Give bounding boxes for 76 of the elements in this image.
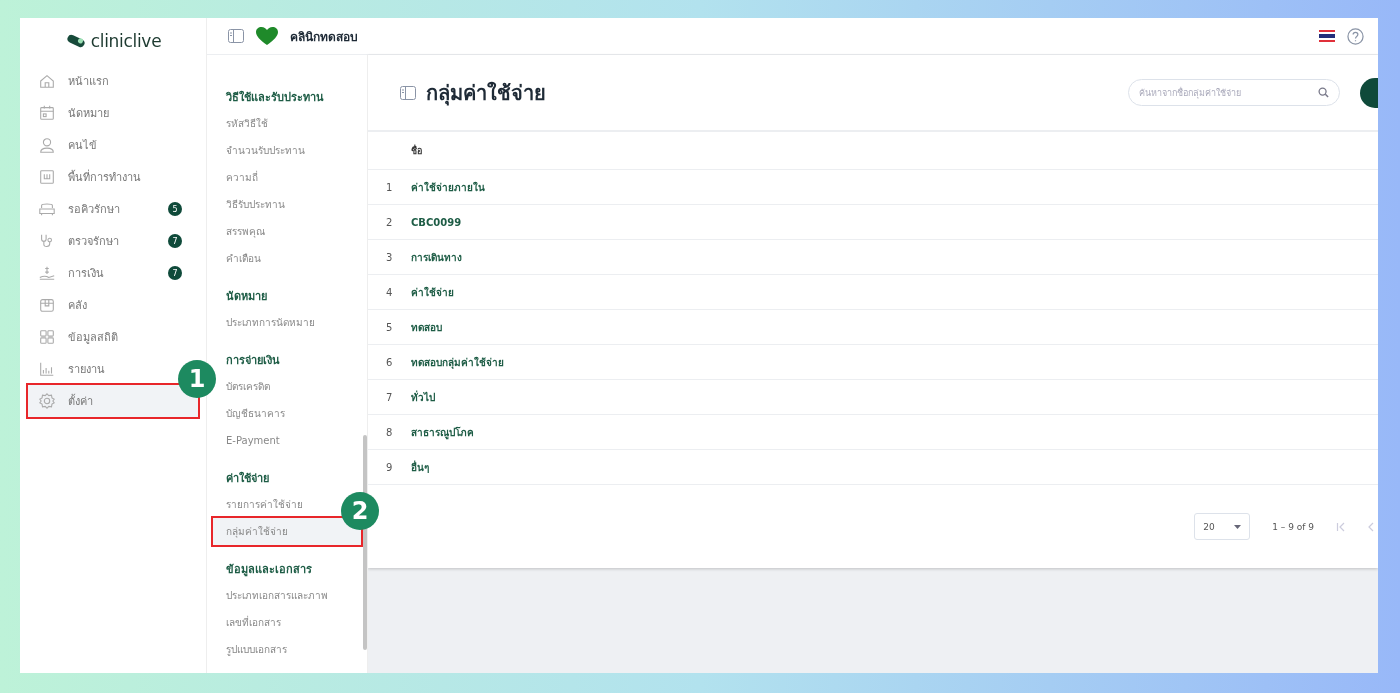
group-name-link[interactable]: การเดินทาง <box>411 249 462 265</box>
first-page-icon[interactable] <box>1336 521 1346 532</box>
group-name-link[interactable]: ทดสอบกลุ่มค่าใช้จ่าย <box>411 354 504 370</box>
section-heading: ค่าใช้จ่าย <box>225 470 270 487</box>
add-button[interactable] <box>1360 77 1378 108</box>
grid-icon <box>38 328 56 346</box>
section-heading: ข้อมูลและเอกสาร <box>225 562 313 579</box>
help-icon[interactable] <box>1347 27 1364 45</box>
sidebar-item[interactable]: ตรวจรักษา 7 <box>28 225 198 257</box>
sidebar-item[interactable]: คนไข้ <box>28 129 198 161</box>
submenu-item[interactable]: ประเภทการนัดหมาย <box>213 309 361 336</box>
count-badge: 5 <box>168 202 182 216</box>
group-name-link[interactable]: อื่นๆ <box>411 459 429 475</box>
bar-chart-icon <box>38 360 56 378</box>
row-number: 7 <box>385 391 394 403</box>
clinic-name: คลินิกทดสอบ <box>290 28 359 46</box>
caret-icon <box>1234 524 1242 529</box>
workspace-icon <box>38 168 56 186</box>
search-field[interactable]: ค้นหาจากชื่อกลุ่มค่าใช้จ่าย <box>1128 79 1340 106</box>
flag-icon[interactable] <box>1319 30 1335 42</box>
count-badge: 7 <box>168 234 182 248</box>
row-number: 9 <box>385 461 394 473</box>
sofa-icon <box>38 200 56 218</box>
submenu-item[interactable]: คำเตือน <box>213 245 361 272</box>
sidebar-toggle-icon[interactable] <box>228 29 244 43</box>
submenu-item[interactable]: สรรพคุณ <box>213 218 361 245</box>
submenu-item[interactable]: ความถี่ <box>213 164 361 191</box>
sidebar-item[interactable]: การเงิน 7 <box>28 257 198 289</box>
group-name-link[interactable]: ทั่วไป <box>411 389 435 405</box>
submenu-item[interactable]: บัญชีธนาคาร <box>213 400 361 427</box>
panel-icon <box>400 85 416 100</box>
group-name-link[interactable]: ทดสอบ <box>411 319 442 335</box>
heart-icon <box>256 26 278 46</box>
group-name-link[interactable]: สาธารณูปโภค <box>411 424 474 440</box>
submenu-item[interactable]: รูปแบบเอกสาร <box>213 636 361 663</box>
submenu-item[interactable]: จำนวนรับประทาน <box>213 137 361 164</box>
search-icon <box>1318 87 1329 98</box>
row-number: 8 <box>385 426 394 438</box>
group-name-link[interactable]: ค่าใช้จ่ายภายใน <box>411 179 485 195</box>
row-number: 6 <box>385 356 394 368</box>
previous-page-icon[interactable] <box>1368 521 1374 532</box>
section-heading: นัดหมาย <box>225 289 268 305</box>
page-title: กลุ่มค่าใช้จ่าย <box>426 79 547 108</box>
page-size-select[interactable]: 20 <box>1194 513 1251 540</box>
section-heading: วิธีใช้และรับประทาน <box>225 89 325 106</box>
box-icon <box>38 296 56 314</box>
row-number: 1 <box>385 181 394 193</box>
home-icon <box>38 72 56 90</box>
sidebar-item[interactable]: พื้นที่การทำงาน <box>28 161 198 193</box>
person-icon <box>38 136 56 154</box>
section-heading: การจ่ายเงิน <box>225 353 281 369</box>
group-name-link[interactable]: ค่าใช้จ่าย <box>411 284 454 300</box>
sidebar-item[interactable]: คลัง <box>28 289 198 321</box>
sidebar-item[interactable]: รอคิวรักษา 5 <box>28 193 198 225</box>
submenu-item[interactable]: กลุ่มค่าใช้จ่าย <box>213 518 361 545</box>
submenu-item[interactable]: ประเภทเอกสารและภาพ <box>213 582 361 609</box>
row-number: 3 <box>385 251 394 263</box>
submenu-item[interactable]: รหัสวิธีใช้ <box>213 110 361 137</box>
submenu-item[interactable]: E-Payment <box>213 427 361 454</box>
row-number: 2 <box>385 216 394 228</box>
submenu-item[interactable]: เลขที่เอกสาร <box>213 609 361 636</box>
sidebar-item[interactable]: หน้าแรก <box>28 65 198 97</box>
sidebar-item[interactable]: นัดหมาย <box>28 97 198 129</box>
settings-icon <box>38 392 56 410</box>
group-name-link[interactable]: CBC0099 <box>411 216 462 228</box>
row-number: 5 <box>385 321 394 333</box>
count-badge: 7 <box>168 266 182 280</box>
logo-text: cliniclive <box>90 31 162 51</box>
page-range: 1 – 9 of 9 <box>1272 521 1314 532</box>
sidebar-item[interactable]: ข้อมูลสถิติ <box>28 321 198 353</box>
coin-hand-icon <box>38 264 56 282</box>
submenu-item[interactable]: บัตรเครดิต <box>213 373 361 400</box>
row-number: 4 <box>385 286 394 298</box>
calendar-icon <box>38 104 56 122</box>
submenu-item[interactable]: วิธีรับประทาน <box>213 191 361 218</box>
column-header: ชื่อ <box>411 143 422 158</box>
